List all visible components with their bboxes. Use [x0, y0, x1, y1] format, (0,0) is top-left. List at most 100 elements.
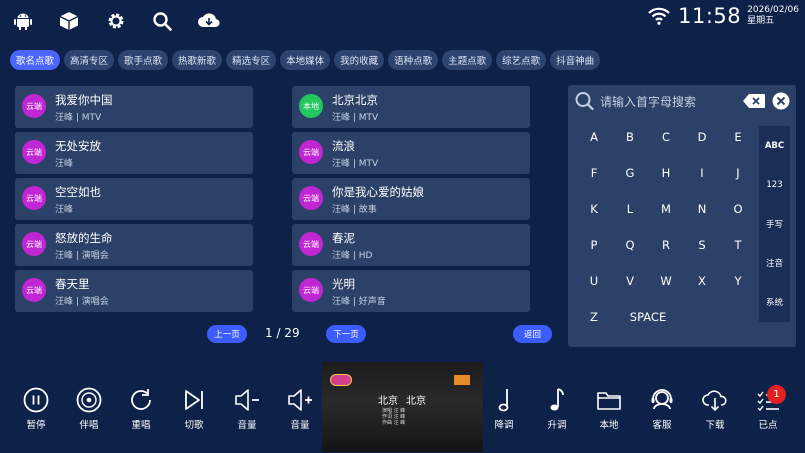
key-f[interactable]: F: [584, 163, 604, 183]
song-title: 北京北京: [332, 93, 378, 107]
input-mode-4[interactable]: 系统: [759, 292, 790, 312]
song-item[interactable]: 云端 我爱你中国 汪峰 | MTV: [15, 86, 253, 128]
song-subtitle: 汪峰 | MTV: [332, 113, 379, 123]
android-icon[interactable]: [12, 10, 34, 32]
song-title: 无处安放: [55, 139, 101, 153]
pitch-up-button[interactable]: 升调: [539, 383, 575, 435]
key-l[interactable]: L: [620, 199, 640, 219]
source-badge: 云端: [22, 278, 46, 302]
download-button[interactable]: 下载: [697, 383, 733, 435]
key-w[interactable]: W: [656, 271, 676, 291]
song-item[interactable]: 云端 春泥 汪峰 | HD: [292, 224, 530, 266]
key-q[interactable]: Q: [620, 235, 640, 255]
tab-3[interactable]: 热歌新歌: [172, 50, 223, 70]
song-subtitle: 汪峰 | 故事: [332, 205, 377, 215]
local-button[interactable]: 本地: [591, 383, 627, 435]
pitch-down-button[interactable]: 降调: [486, 383, 522, 435]
key-r[interactable]: R: [656, 235, 676, 255]
pause-button[interactable]: 暂停: [18, 383, 54, 435]
key-v[interactable]: V: [620, 271, 640, 291]
space-key[interactable]: SPACE: [626, 307, 670, 327]
pitch-up-icon: [550, 388, 564, 411]
key-x[interactable]: X: [692, 271, 712, 291]
backspace-icon[interactable]: [743, 94, 765, 108]
key-s[interactable]: S: [692, 235, 712, 255]
input-mode-1[interactable]: 123: [759, 175, 790, 195]
key-n[interactable]: N: [692, 199, 712, 219]
song-item[interactable]: 云端 空空如也 汪峰: [15, 178, 253, 220]
replay-button[interactable]: 重唱: [123, 383, 159, 435]
source-badge: 本地: [299, 94, 323, 118]
tab-8[interactable]: 主题点歌: [442, 50, 493, 70]
cloud-download-icon[interactable]: [197, 10, 221, 32]
key-p[interactable]: P: [584, 235, 604, 255]
volume-down-label: 音量: [237, 420, 257, 431]
skip-next-icon: [185, 390, 203, 410]
key-i[interactable]: I: [692, 163, 712, 183]
key-g[interactable]: G: [620, 163, 640, 183]
key-d[interactable]: D: [692, 127, 712, 147]
tab-5[interactable]: 本地媒体: [280, 50, 331, 70]
key-k[interactable]: K: [584, 199, 604, 219]
song-item[interactable]: 云端 春天里 汪峰 | 演唱会: [15, 270, 253, 312]
pitch-down-icon: [498, 389, 509, 412]
key-h[interactable]: H: [656, 163, 676, 183]
key-o[interactable]: O: [728, 199, 748, 219]
key-j[interactable]: J: [728, 163, 748, 183]
prev-page-button[interactable]: 上一页: [207, 325, 247, 343]
key-e[interactable]: E: [728, 127, 748, 147]
volume-up-button[interactable]: 音量: [282, 383, 318, 435]
page-indicator: 1 / 29: [265, 326, 300, 340]
tab-6[interactable]: 我的收藏: [334, 50, 385, 70]
search-icon[interactable]: [151, 10, 173, 32]
local-label: 本地: [599, 420, 619, 431]
back-button[interactable]: 返回: [513, 325, 552, 343]
input-mode-0[interactable]: ABC: [759, 136, 790, 156]
tab-1[interactable]: 高清专区: [64, 50, 115, 70]
key-z[interactable]: Z: [584, 307, 604, 327]
accompany-button[interactable]: 伴唱: [71, 383, 107, 435]
gear-icon[interactable]: [105, 10, 127, 32]
source-badge: 云端: [22, 186, 46, 210]
source-badge: 云端: [299, 186, 323, 210]
wifi-icon: [648, 7, 670, 25]
song-item[interactable]: 本地 北京北京汪峰 | MTV: [292, 86, 530, 128]
next-page-button[interactable]: 下一页: [326, 325, 366, 343]
song-item[interactable]: 云端 光明 汪峰 | 好声音: [292, 270, 530, 312]
song-item[interactable]: 云端 流浪 汪峰 | MTV: [292, 132, 530, 174]
key-t[interactable]: T: [728, 235, 748, 255]
song-item[interactable]: 云端 怒放的生命 汪峰 | 演唱会: [15, 224, 253, 266]
search-box[interactable]: 请输入首字母搜索: [574, 91, 790, 111]
key-u[interactable]: U: [584, 271, 604, 291]
input-mode-2[interactable]: 手写: [759, 214, 790, 234]
skip-button[interactable]: 切歌: [176, 383, 212, 435]
selected-label: 已点: [758, 420, 778, 431]
box-icon[interactable]: [58, 10, 80, 32]
source-badge: 云端: [22, 94, 46, 118]
tab-10[interactable]: 抖音神曲: [550, 50, 601, 70]
song-subtitle: 汪峰 | 演唱会: [55, 297, 109, 307]
source-badge: 云端: [299, 140, 323, 164]
top-bar: 11:58 2026/02/06 星期五: [0, 0, 805, 42]
replay-label: 重唱: [131, 420, 151, 431]
song-title: 光明: [332, 277, 355, 291]
input-mode-3[interactable]: 注音: [759, 253, 790, 273]
tab-4[interactable]: 精选专区: [226, 50, 277, 70]
tab-9[interactable]: 综艺点歌: [496, 50, 547, 70]
service-button[interactable]: 客服: [644, 383, 680, 435]
key-a[interactable]: A: [584, 127, 604, 147]
song-item[interactable]: 云端 你是我心爱的姑娘 汪峰 | 故事: [292, 178, 530, 220]
key-b[interactable]: B: [620, 127, 640, 147]
key-c[interactable]: C: [656, 127, 676, 147]
tab-7[interactable]: 语种点歌: [388, 50, 439, 70]
source-badge: 云端: [299, 232, 323, 256]
tab-0[interactable]: 歌名点歌: [10, 50, 61, 70]
song-item[interactable]: 云端 无处安放 汪峰: [15, 132, 253, 174]
key-y[interactable]: Y: [728, 271, 748, 291]
key-m[interactable]: M: [656, 199, 676, 219]
player-controls: 暂停 伴唱 重唱 切歌 音量 音量 降调 升调 本地 客服 下载 已点: [0, 383, 805, 453]
pause-icon: [23, 387, 49, 413]
volume-down-button[interactable]: 音量: [229, 383, 265, 435]
clear-icon[interactable]: [772, 92, 790, 110]
tab-2[interactable]: 歌手点歌: [118, 50, 169, 70]
